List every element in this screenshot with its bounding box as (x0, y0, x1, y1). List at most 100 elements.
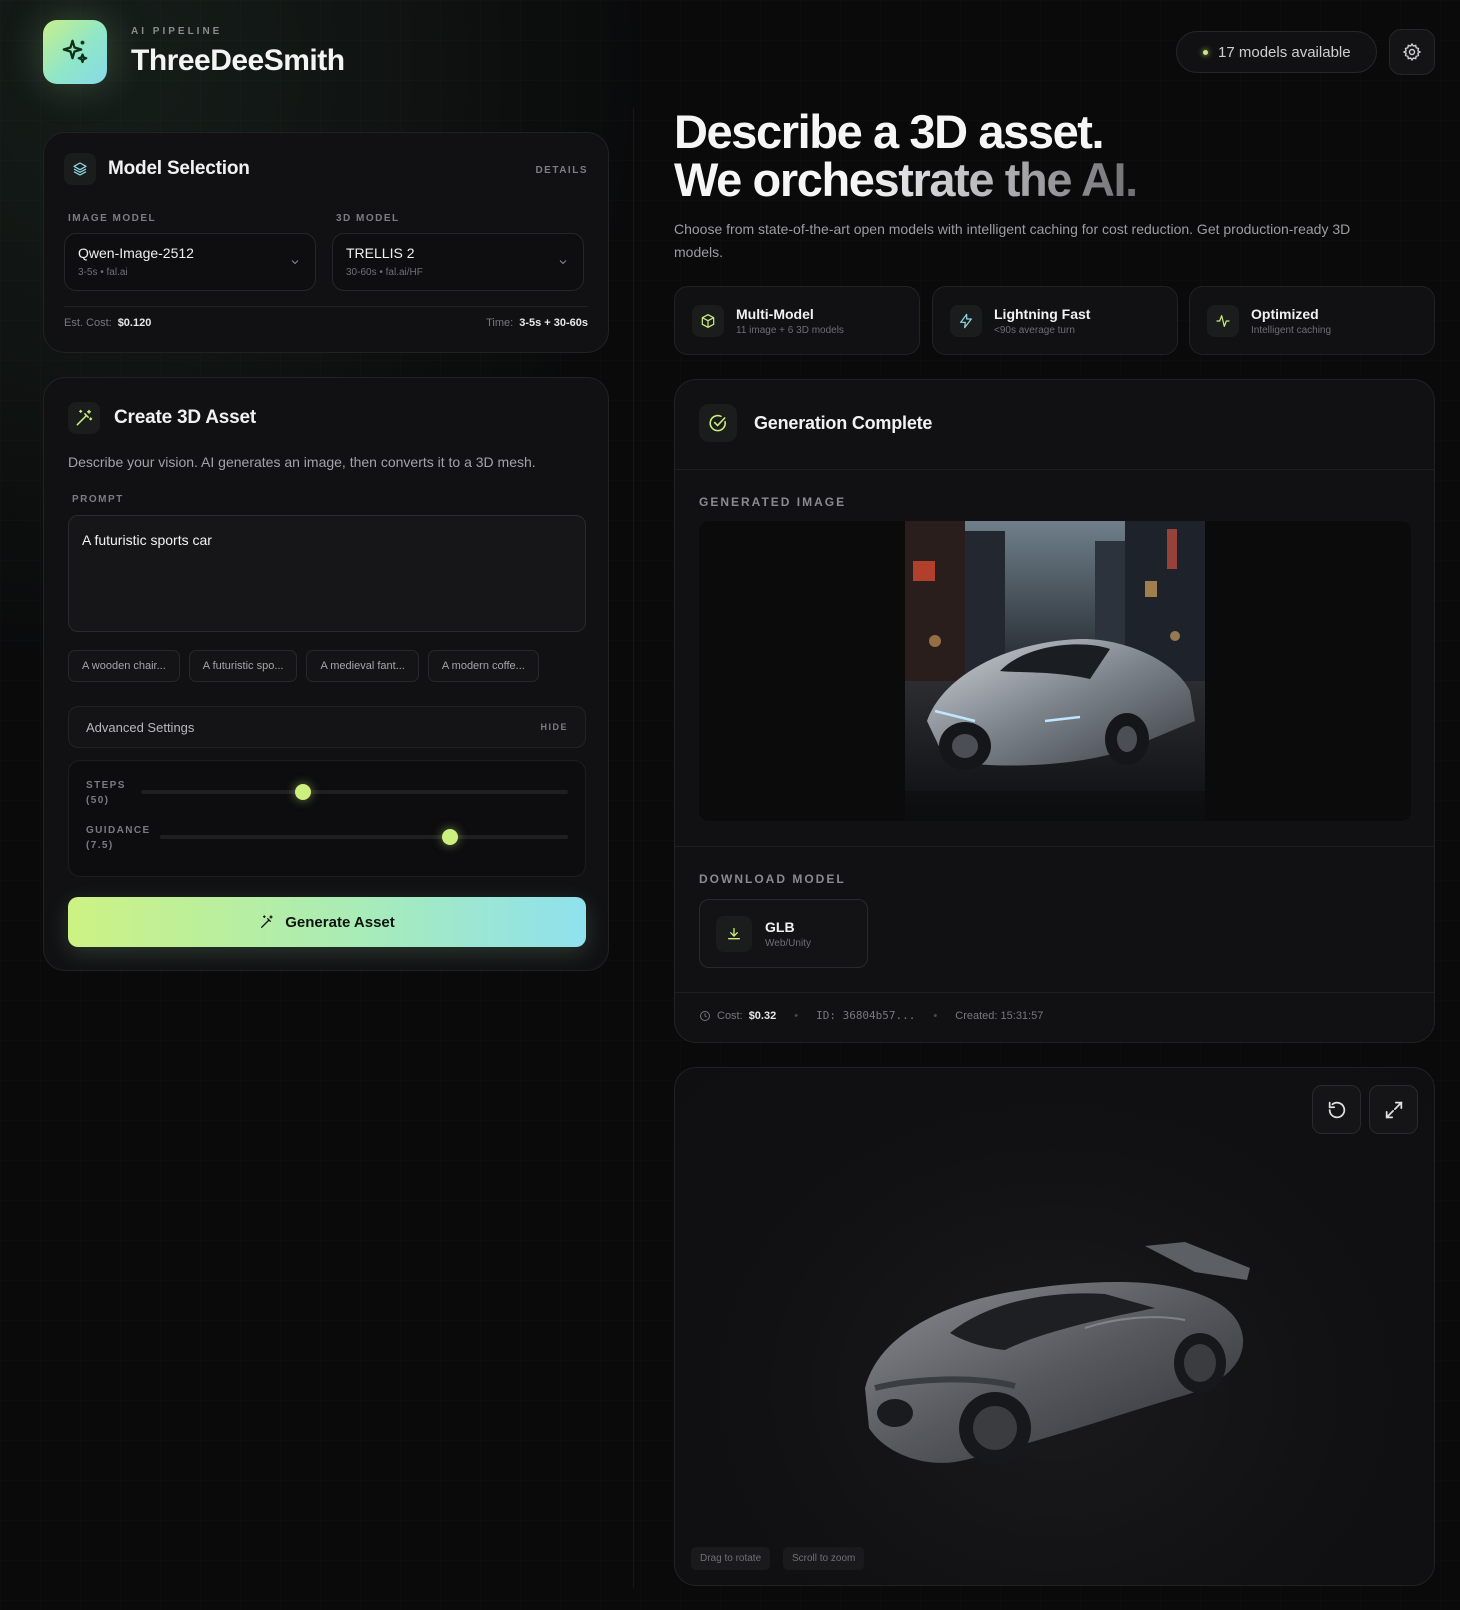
chevron-down-icon (559, 260, 567, 265)
app-logo (43, 20, 107, 84)
steps-value: (50) (86, 795, 110, 806)
sparkles-icon (62, 39, 88, 64)
cost-meta: Cost: $0.32 (699, 1010, 776, 1022)
guidance-slider-thumb[interactable] (441, 829, 458, 845)
created-time: Created: 15:31:57 (955, 1009, 1044, 1022)
3d-model-viewer[interactable]: Drag to rotate Scroll to zoom (674, 1067, 1435, 1586)
guidance-slider-track[interactable] (160, 829, 568, 845)
car-3d-model[interactable] (855, 1238, 1255, 1478)
scroll-zoom-hint: Scroll to zoom (783, 1547, 865, 1570)
feature-icon-chip (1207, 304, 1239, 337)
generation-complete-title: Generation Complete (754, 412, 933, 433)
settings-button[interactable] (1389, 29, 1435, 75)
details-link[interactable]: DETAILS (535, 165, 588, 176)
cube-icon (701, 313, 715, 328)
feature-title: Multi-Model (736, 305, 814, 322)
image-model-label: IMAGE MODEL (68, 213, 157, 224)
models-available-text: 17 models available (1218, 43, 1351, 61)
fullscreen-button[interactable] (1369, 1085, 1418, 1134)
3d-model-value: TRELLIS 2 (346, 245, 415, 261)
image-model-value: Qwen-Image-2512 (78, 245, 194, 261)
feature-icon-chip (950, 304, 982, 337)
lightning-icon (960, 313, 972, 328)
download-model-label: DOWNLOAD MODEL (699, 872, 846, 886)
feature-sub: <90s average turn (994, 324, 1075, 336)
section-divider (675, 469, 1434, 470)
estimate-footer: Est. Cost: $0.120 Time: 3-5s + 30-60s (64, 306, 588, 329)
3d-model-sub: 30-60s • fal.ai/HF (346, 267, 423, 278)
magic-wand-icon (261, 915, 273, 928)
wand-icon-chip (68, 402, 100, 434)
create-asset-panel: Create 3D Asset Describe your vision. AI… (43, 377, 609, 971)
generated-image[interactable] (905, 521, 1205, 821)
steps-row: STEPS (50) (86, 778, 568, 808)
advanced-settings-body: STEPS (50) GUIDANCE (7.5) (68, 760, 586, 877)
image-model-select[interactable]: Qwen-Image-2512 3-5s • fal.ai (64, 233, 316, 291)
feature-sub: 11 image + 6 3D models (736, 324, 844, 336)
models-available-badge[interactable]: 17 models available (1176, 31, 1377, 73)
download-glb-button[interactable]: GLB Web/Unity (699, 899, 868, 968)
create-asset-title: Create 3D Asset (114, 407, 257, 428)
hero-line-1: Describe a 3D asset. (674, 105, 1105, 158)
steps-slider-thumb[interactable] (295, 784, 312, 800)
model-selection-title: Model Selection (108, 158, 250, 179)
create-description: Describe your vision. AI generates an im… (68, 454, 536, 470)
download-icon-chip (716, 915, 752, 952)
feature-card-multi-model: Multi-Model 11 image + 6 3D models (674, 286, 920, 355)
app-title: ThreeDeeSmith (131, 44, 345, 77)
clock-icon (700, 1010, 710, 1021)
3d-model-select[interactable]: TRELLIS 2 30-60s • fal.ai/HF (332, 233, 584, 291)
feature-card-lightning-fast: Lightning Fast <90s average turn (932, 286, 1178, 355)
download-icon (728, 927, 740, 939)
prompt-textarea[interactable]: A futuristic sports car (68, 515, 586, 632)
suggestion-chip[interactable]: A modern coffe... (427, 650, 539, 682)
feature-card-optimized: Optimized Intelligent caching (1189, 286, 1435, 355)
steps-slider-track[interactable] (141, 784, 568, 800)
asset-id: ID: 36804b57... (816, 1009, 916, 1022)
check-circle-icon (709, 414, 726, 432)
gear-icon (1402, 42, 1422, 62)
section-divider (675, 846, 1434, 847)
suggestion-chips: A wooden chair... A futuristic spo... A … (68, 650, 539, 682)
download-format-sub: Web/Unity (765, 937, 811, 949)
hero-line-2: We orchestrate the AI. (674, 153, 1138, 206)
generation-result-panel: Generation Complete GENERATED IMAGE DOWN… (674, 379, 1435, 1043)
download-format: GLB (765, 918, 795, 935)
section-divider (675, 992, 1434, 993)
model-selection-panel: Model Selection DETAILS IMAGE MODEL 3D M… (43, 132, 609, 353)
suggestion-chip[interactable]: A medieval fant... (306, 650, 419, 682)
brand-kicker: AI PIPELINE (131, 26, 223, 37)
generated-image-label: GENERATED IMAGE (699, 495, 847, 509)
guidance-value: (7.5) (86, 840, 114, 851)
hide-toggle[interactable]: HIDE (540, 722, 568, 732)
magic-wand-icon (76, 409, 93, 426)
guidance-row: GUIDANCE (7.5) (86, 823, 568, 853)
prompt-label: PROMPT (72, 494, 124, 505)
suggestion-chip[interactable]: A futuristic spo... (188, 650, 298, 682)
est-cost: Est. Cost: $0.120 (64, 317, 152, 329)
rotate-ccw-icon (1328, 1101, 1345, 1118)
est-time: Time: 3-5s + 30-60s (486, 317, 588, 329)
reset-view-button[interactable] (1312, 1085, 1361, 1134)
hero-heading: Describe a 3D asset. We orchestrate the … (674, 108, 1354, 204)
3d-model-label: 3D MODEL (336, 213, 400, 224)
column-divider (633, 108, 634, 1588)
advanced-settings-label: Advanced Settings (86, 719, 195, 735)
feature-icon-chip (692, 304, 724, 337)
generate-asset-button[interactable]: Generate Asset (68, 897, 586, 947)
layers-icon-chip (64, 153, 96, 185)
generate-asset-label: Generate Asset (285, 913, 395, 931)
feature-sub: Intelligent caching (1251, 324, 1332, 336)
advanced-settings-toggle[interactable]: Advanced Settings HIDE (68, 706, 586, 748)
generated-image-frame (699, 521, 1411, 821)
hero: Describe a 3D asset. We orchestrate the … (674, 108, 1354, 264)
chevron-down-icon (291, 260, 299, 265)
expand-icon (1385, 1101, 1402, 1118)
hero-subtitle: Choose from state-of-the-art open models… (674, 221, 1351, 260)
drag-rotate-hint: Drag to rotate (691, 1547, 771, 1570)
feature-title: Optimized (1251, 305, 1319, 322)
activity-icon (1216, 314, 1230, 327)
suggestion-chip[interactable]: A wooden chair... (68, 650, 180, 682)
image-model-sub: 3-5s • fal.ai (78, 267, 128, 278)
status-dot (1203, 49, 1208, 55)
